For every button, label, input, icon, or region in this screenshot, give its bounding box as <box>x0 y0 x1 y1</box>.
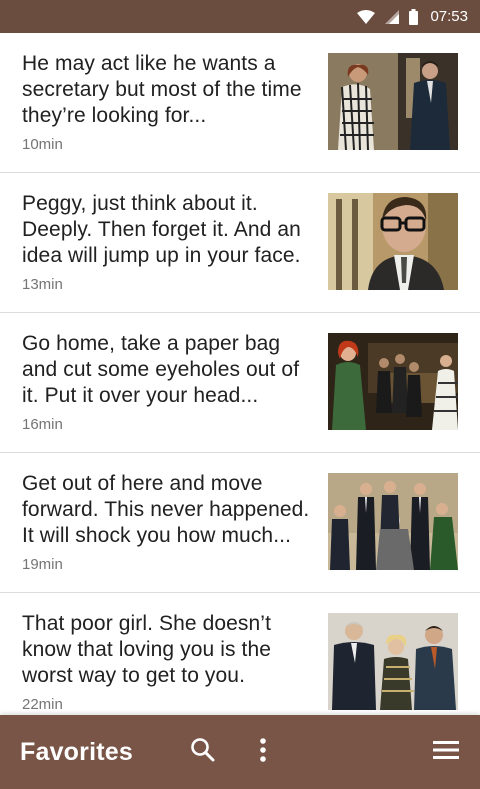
feed-item[interactable]: He may act like he wants a secretary but… <box>0 33 480 173</box>
feed-item-text: Peggy, just think about it. Deeply. Then… <box>22 191 328 293</box>
feed-item-title: That poor girl. She doesn’t know that lo… <box>22 612 272 687</box>
feed-item[interactable]: That poor girl. She doesn’t know that lo… <box>0 593 480 715</box>
battery-icon <box>409 8 419 25</box>
feed-item[interactable]: Get out of here and move forward. This n… <box>0 453 480 593</box>
app-bar-title: Favorites <box>20 737 133 766</box>
feed-item-title: Get out of here and move forward. This n… <box>22 472 310 547</box>
feed-item-text: He may act like he wants a secretary but… <box>22 51 328 153</box>
feed-item-duration: 13min <box>22 276 63 293</box>
search-icon <box>190 737 216 768</box>
feed-item-text: Go home, take a paper bag and cut some e… <box>22 331 328 433</box>
menu-button[interactable] <box>426 732 466 772</box>
feed-item-duration: 19min <box>22 556 63 573</box>
feed-item-thumbnail[interactable] <box>328 613 458 710</box>
feed-item-text: Get out of here and move forward. This n… <box>22 471 328 573</box>
feed-item-title: Peggy, just think about it. Deeply. Then… <box>22 192 301 267</box>
wifi-icon <box>357 9 376 24</box>
feed-item-duration: 10min <box>22 136 63 153</box>
feed-item[interactable]: Go home, take a paper bag and cut some e… <box>0 313 480 453</box>
feed-item-title: Go home, take a paper bag and cut some e… <box>22 332 300 407</box>
feed-item-text: That poor girl. She doesn’t know that lo… <box>22 611 328 713</box>
feed-item-thumbnail[interactable] <box>328 473 458 570</box>
feed-item-thumbnail[interactable] <box>328 53 458 150</box>
app-bar: Favorites <box>0 715 480 789</box>
feed-item-thumbnail[interactable] <box>328 333 458 430</box>
feed-list[interactable]: He may act like he wants a secretary but… <box>0 33 480 715</box>
search-button[interactable] <box>183 732 223 772</box>
feed-item-thumbnail[interactable] <box>328 193 458 290</box>
feed-item-duration: 22min <box>22 696 63 713</box>
status-bar: 07:53 <box>0 0 480 33</box>
feed-item[interactable]: Peggy, just think about it. Deeply. Then… <box>0 173 480 313</box>
feed-item-title: He may act like he wants a secretary but… <box>22 52 302 127</box>
more-options-button[interactable] <box>243 732 283 772</box>
status-time: 07:53 <box>430 8 468 25</box>
signal-icon <box>385 9 400 24</box>
menu-icon <box>433 740 459 765</box>
feed-item-duration: 16min <box>22 416 63 433</box>
more-vert-icon <box>259 737 267 768</box>
